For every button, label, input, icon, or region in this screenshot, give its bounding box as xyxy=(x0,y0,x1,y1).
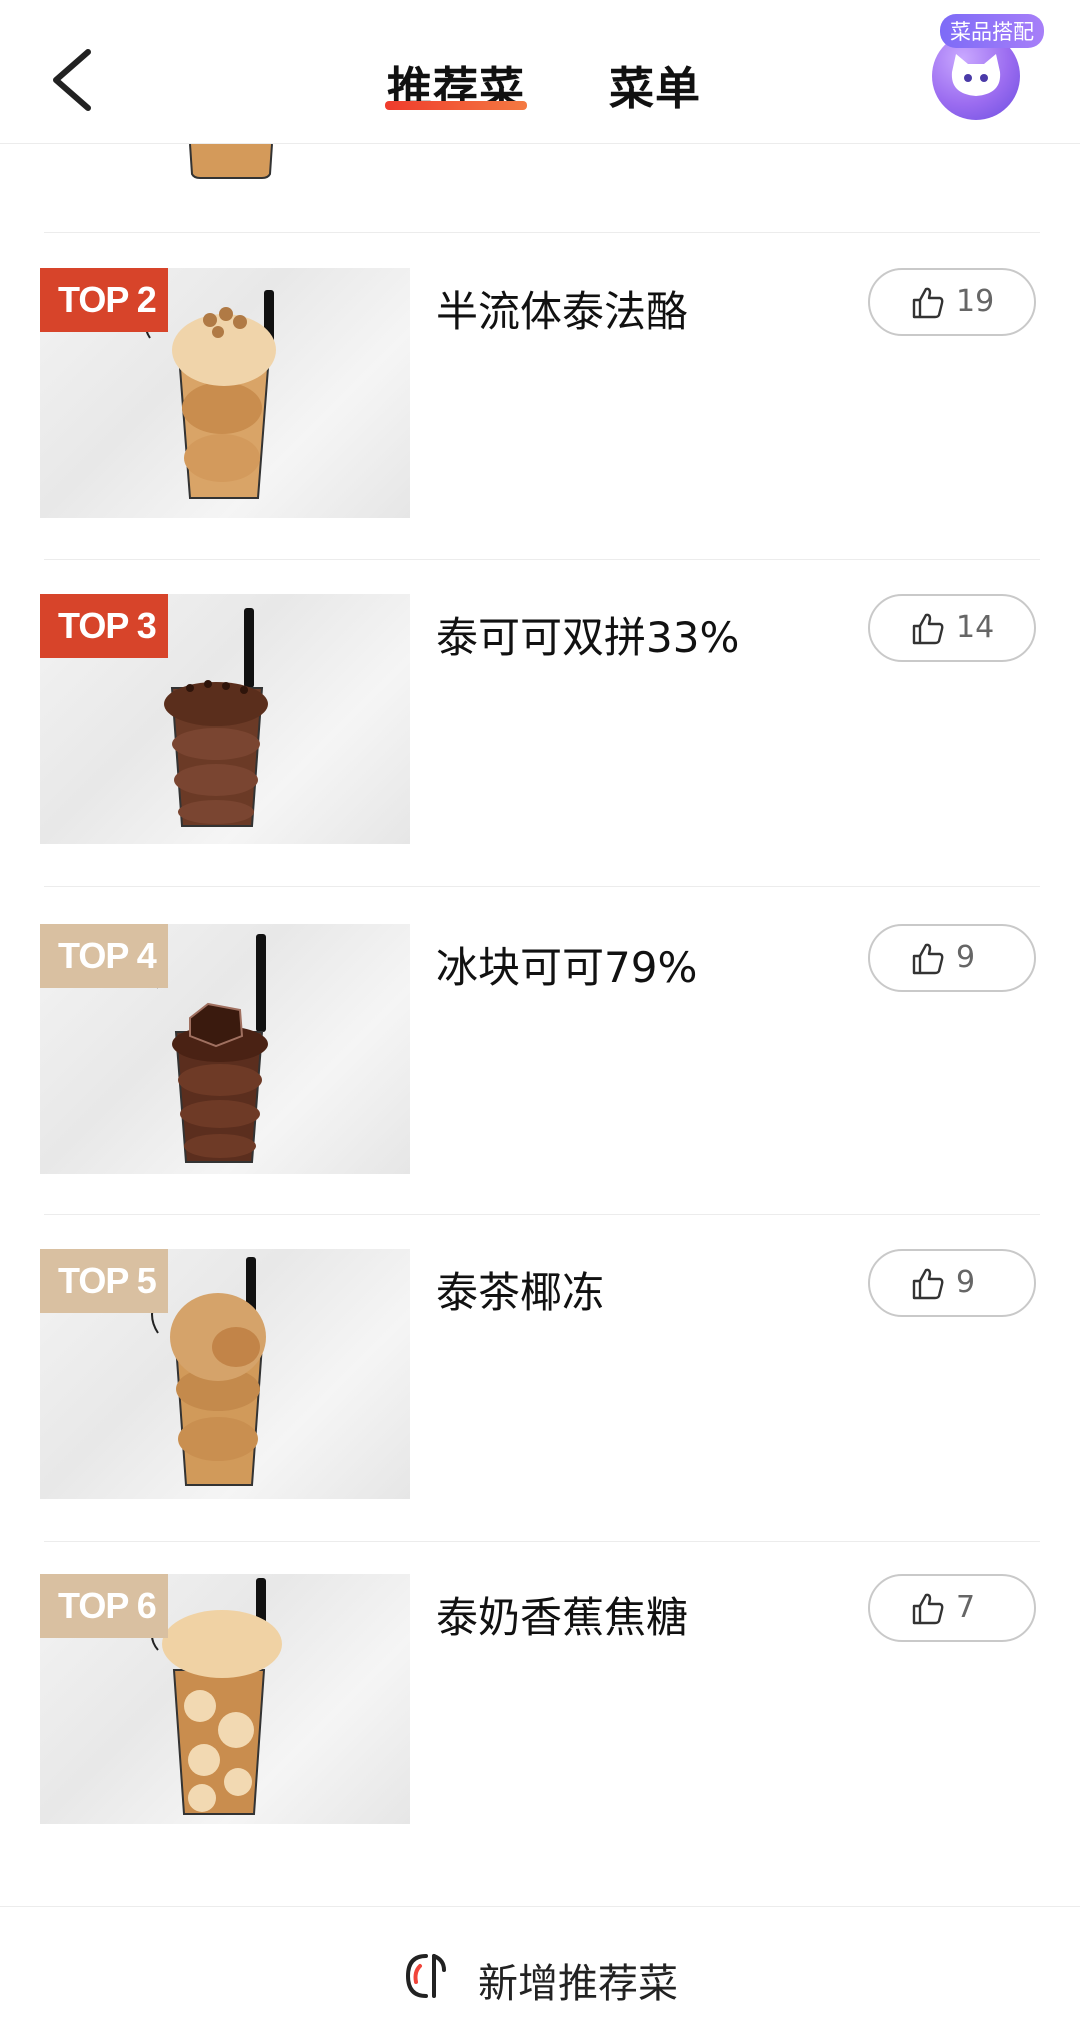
add-recommended-dish-label: 新增推荐菜 xyxy=(478,1961,678,2007)
thumbs-up-icon xyxy=(912,287,944,319)
like-count: 14 xyxy=(956,610,995,645)
list-divider xyxy=(44,1214,1040,1215)
dish-name: 半流体泰法酪 xyxy=(436,287,689,336)
rank-badge: TOP 2 xyxy=(40,268,168,332)
active-tab-indicator xyxy=(385,101,527,110)
like-count: 9 xyxy=(956,940,976,975)
rank-badge: TOP 4 xyxy=(40,924,168,988)
list-divider xyxy=(44,559,1040,560)
thumbs-up-icon xyxy=(912,943,944,975)
like-button[interactable]: 9 xyxy=(868,924,1036,992)
like-button[interactable]: 19 xyxy=(868,268,1036,336)
add-dish-icon xyxy=(405,1954,446,1998)
list-item[interactable]: TOP 6 泰奶香蕉焦糖 7 xyxy=(0,1574,1080,1834)
like-count: 19 xyxy=(956,284,995,319)
like-count: 7 xyxy=(956,1590,976,1625)
like-count: 9 xyxy=(956,1265,976,1300)
drink-thumbnail: TOP 6 xyxy=(40,1574,410,1824)
rank-badge: TOP 3 xyxy=(40,594,168,658)
thumbs-up-icon xyxy=(912,613,944,645)
drink-thumbnail: TOP 5 xyxy=(40,1249,410,1499)
list-item[interactable]: TOP 4 冰块可可79% 9 xyxy=(0,924,1080,1184)
thumbs-up-icon xyxy=(912,1268,944,1300)
dish-name: 冰块可可79% xyxy=(436,943,698,992)
dish-pairing-button[interactable]: 菜品搭配 xyxy=(928,14,1048,120)
dish-name: 泰可可双拼33% xyxy=(436,613,740,662)
rank-badge: TOP 5 xyxy=(40,1249,168,1313)
drink-thumbnail: TOP 3 xyxy=(40,594,410,844)
like-button[interactable]: 7 xyxy=(868,1574,1036,1642)
like-button[interactable]: 14 xyxy=(868,594,1036,662)
list-divider xyxy=(44,886,1040,887)
dish-name: 泰茶椰冻 xyxy=(436,1268,605,1317)
drink-thumbnail: TOP 2 xyxy=(40,268,410,518)
list-divider xyxy=(44,232,1040,233)
chevron-left-icon xyxy=(53,49,91,111)
list-item[interactable]: TOP 5 泰茶椰冻 9 xyxy=(0,1249,1080,1509)
drink-thumbnail: TOP 4 xyxy=(40,924,410,1174)
list-item[interactable]: TOP 3 泰可可双拼33% 14 xyxy=(0,594,1080,854)
add-recommended-dish-bar[interactable]: 新增推荐菜 xyxy=(0,1906,1080,2040)
dish-pairing-badge: 菜品搭配 xyxy=(940,14,1044,48)
thumbs-up-icon xyxy=(912,1593,944,1625)
drink-thumbnail-partial xyxy=(189,144,273,179)
list-divider xyxy=(44,1541,1040,1542)
like-button[interactable]: 9 xyxy=(868,1249,1036,1317)
list-item[interactable]: TOP 2 半流体泰法酪 19 xyxy=(0,268,1080,528)
back-button[interactable] xyxy=(38,38,108,122)
top-nav-bar: 推荐菜 菜单 菜品搭配 xyxy=(0,0,1080,144)
tab-menu[interactable]: 菜单 xyxy=(609,52,701,117)
rank-badge: TOP 6 xyxy=(40,1574,168,1638)
list-item-partial xyxy=(0,144,1080,232)
dish-name: 泰奶香蕉焦糖 xyxy=(436,1593,689,1642)
